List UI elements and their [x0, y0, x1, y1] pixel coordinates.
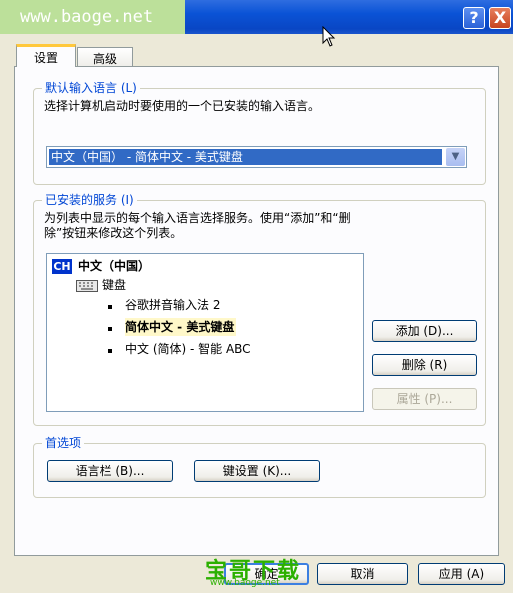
- title-bar: www.baoge.net ? X: [0, 0, 513, 34]
- bullet-icon: [108, 349, 112, 353]
- language-code-icon: CH: [52, 259, 72, 274]
- tree-language-node[interactable]: 中文（中国）: [78, 257, 150, 275]
- bullet-icon: [108, 327, 112, 331]
- tree-service-item[interactable]: 谷歌拼音输入法 2: [125, 296, 220, 314]
- tree-service-item[interactable]: 中文 (简体) - 智能 ABC: [125, 340, 251, 358]
- close-button[interactable]: X: [489, 7, 511, 29]
- add-button[interactable]: 添加 (D)...: [372, 320, 477, 342]
- default-language-title: 默认输入语言 (L): [42, 80, 140, 96]
- tree-category-node[interactable]: 键盘: [102, 276, 126, 294]
- dialog-window: www.baoge.net ? X 设置 高级 默认输入语言 (L) 选择计算机…: [0, 0, 513, 593]
- mouse-cursor-icon: [322, 26, 336, 47]
- chevron-down-icon[interactable]: ▼: [446, 148, 465, 166]
- default-language-selected-value: 中文（中国） - 简体中文 - 美式键盘: [49, 149, 442, 165]
- bullet-icon: [108, 305, 112, 309]
- help-button[interactable]: ?: [463, 7, 485, 29]
- language-bar-button[interactable]: 语言栏 (B)...: [47, 460, 173, 482]
- properties-button[interactable]: 属性 (P)...: [372, 388, 477, 410]
- services-tree[interactable]: CH 中文（中国） 键盘 谷歌拼音输入法 2 简体中文 - 美式键盘 中文 (简…: [46, 253, 364, 412]
- tab-settings[interactable]: 设置: [16, 44, 76, 67]
- key-settings-button[interactable]: 键设置 (K)...: [194, 460, 320, 482]
- installed-services-title: 已安装的服务 (I): [42, 192, 137, 208]
- installed-services-description-line2: 除”按钮来修改这个列表。: [44, 226, 183, 240]
- default-language-description: 选择计算机启动时要使用的一个已安装的输入语言。: [44, 99, 321, 113]
- cancel-button[interactable]: 取消: [317, 563, 408, 585]
- default-language-select[interactable]: 中文（中国） - 简体中文 - 美式键盘 ▼: [46, 146, 467, 168]
- preferences-title: 首选项: [42, 435, 85, 451]
- keyboard-icon: [76, 280, 98, 292]
- watermark-logo-url: www.baoge.net: [210, 578, 280, 588]
- remove-button[interactable]: 删除 (R): [372, 354, 477, 376]
- apply-button[interactable]: 应用 (A): [418, 563, 505, 585]
- installed-services-description-line1: 为列表中显示的每个输入语言选择服务。使用“添加”和“删: [44, 211, 351, 225]
- watermark-url: www.baoge.net: [0, 0, 185, 34]
- tree-service-item-selected[interactable]: 简体中文 - 美式键盘: [125, 318, 237, 336]
